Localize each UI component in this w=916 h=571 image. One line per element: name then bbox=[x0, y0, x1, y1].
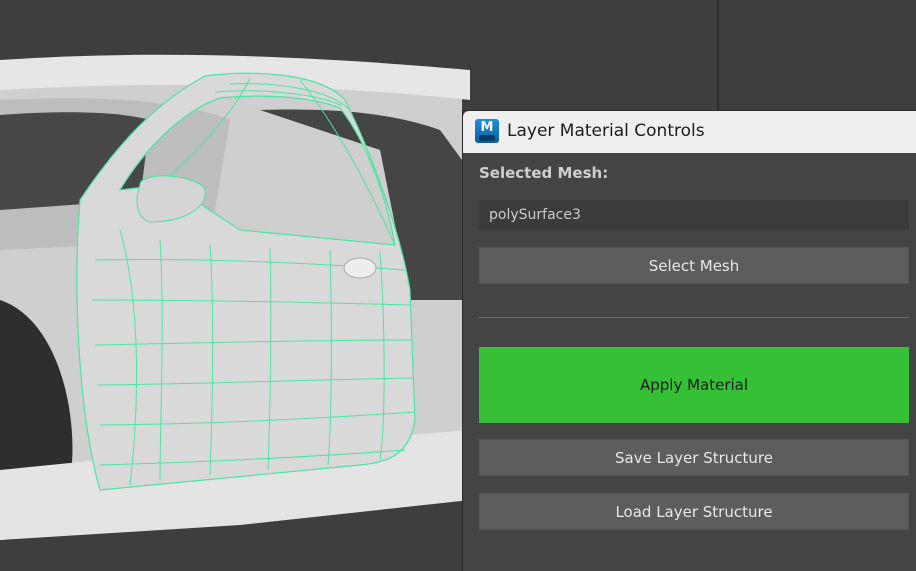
selected-mesh-field[interactable]: polySurface3 bbox=[479, 200, 909, 230]
layer-material-panel: M Layer Material Controls Selected Mesh:… bbox=[462, 110, 916, 571]
maya-app-icon: M bbox=[475, 119, 499, 143]
window-title: Layer Material Controls bbox=[507, 121, 705, 141]
apply-material-button[interactable]: Apply Material bbox=[479, 347, 909, 423]
panel-divider bbox=[479, 317, 909, 318]
save-layer-structure-button[interactable]: Save Layer Structure bbox=[479, 439, 909, 476]
load-layer-structure-button[interactable]: Load Layer Structure bbox=[479, 493, 909, 530]
selected-mesh-label: Selected Mesh: bbox=[479, 164, 609, 182]
select-mesh-button[interactable]: Select Mesh bbox=[479, 247, 909, 284]
app-icon-letter: M bbox=[480, 120, 494, 135]
panel-title-bar[interactable]: M Layer Material Controls bbox=[463, 111, 916, 153]
